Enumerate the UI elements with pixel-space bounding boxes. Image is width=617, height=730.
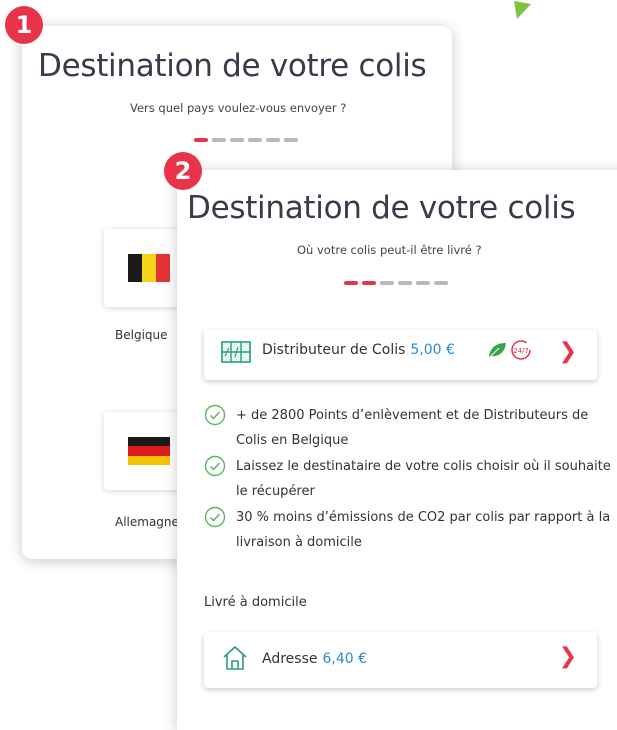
house-icon: [223, 646, 247, 670]
step-dot: [434, 281, 448, 285]
step-indicator: [344, 281, 448, 285]
chevron-right-icon: ❯: [558, 644, 577, 669]
check-circle-icon: [204, 455, 226, 477]
step-indicator: [194, 138, 298, 142]
delivery-option-adresse[interactable]: Adresse 6,40 € ❯: [204, 632, 597, 688]
page-title: Destination de votre colis: [187, 190, 576, 226]
step-dot-active: [344, 281, 358, 285]
step-dot-active: [194, 138, 208, 142]
step-dot: [416, 281, 430, 285]
option-price: 6,40 €: [322, 651, 368, 667]
check-circle-icon: [204, 506, 226, 528]
step-badge-1: 1: [5, 6, 43, 44]
step-dot-active: [362, 281, 376, 285]
page-subtitle: Vers quel pays voulez-vous envoyer ?: [130, 101, 347, 115]
step-badge-2: 2: [164, 152, 202, 190]
section-label-home-delivery: Livré à domicile: [204, 595, 307, 610]
belgium-flag-icon: [128, 254, 170, 282]
clock-24-7-icon: 24/7: [511, 340, 531, 360]
arrow-decoration-icon: [514, 1, 531, 19]
step-dot: [212, 138, 226, 142]
country-label-allemagne: Allemagne: [115, 515, 179, 529]
leaf-icon: [489, 343, 506, 358]
page-subtitle: Où votre colis peut-il être livré ?: [297, 243, 482, 257]
step-dot: [266, 138, 280, 142]
country-label-belgique: Belgique: [115, 328, 168, 342]
page-title: Destination de votre colis: [38, 48, 427, 84]
step-dot: [230, 138, 244, 142]
feature-item: 30 % moins d’émissions de CO2 par colis …: [204, 505, 614, 555]
feature-item: + de 2800 Points d’enlèvement et de Dist…: [204, 403, 614, 453]
step-dot: [398, 281, 412, 285]
svg-text:24/7: 24/7: [513, 347, 529, 355]
feature-list: + de 2800 Points d’enlèvement et de Dist…: [204, 403, 614, 556]
step-dot: [248, 138, 262, 142]
option-label: Distributeur de Colis 5,00 €: [262, 342, 455, 358]
step-dot: [380, 281, 394, 285]
parcel-locker-icon: [221, 341, 251, 363]
delivery-method-screen: Destination de votre colis Où votre coli…: [177, 170, 617, 730]
step-dot: [284, 138, 298, 142]
feature-item: Laissez le destinataire de votre colis c…: [204, 454, 614, 504]
check-circle-icon: [204, 404, 226, 426]
germany-flag-icon: [128, 437, 170, 465]
option-price: 5,00 €: [410, 342, 455, 358]
delivery-option-distributeur[interactable]: Distributeur de Colis 5,00 € 24/7 ❯: [204, 330, 597, 380]
chevron-right-icon: ❯: [558, 339, 577, 364]
option-label: Adresse 6,40 €: [262, 651, 368, 667]
